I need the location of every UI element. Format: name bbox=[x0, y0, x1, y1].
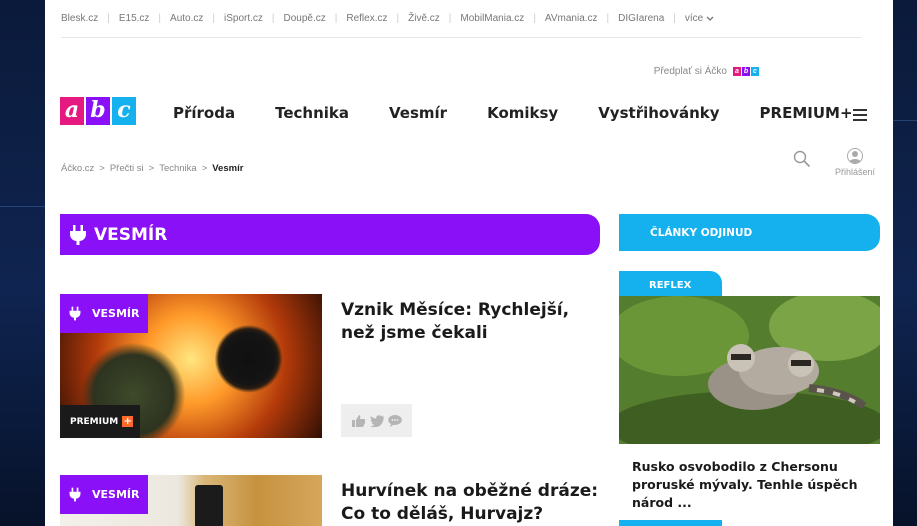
nav-item-technika[interactable]: Technika bbox=[275, 104, 349, 122]
raccoon-illustration bbox=[619, 296, 880, 444]
section-title: VESMÍR bbox=[94, 224, 168, 245]
network-bar: Blesk.cz | E15.cz | Auto.cz | iSport.cz | Do… bbox=[61, 0, 861, 38]
image-object bbox=[195, 485, 223, 526]
site-logo[interactable]: a b c bbox=[60, 97, 136, 125]
network-link[interactable]: Auto.cz bbox=[161, 13, 212, 24]
source-tab[interactable]: REFLEX bbox=[619, 271, 722, 299]
breadcrumb-item[interactable]: Áčko.cz bbox=[61, 163, 94, 174]
subscribe-label: Předplať si Áčko bbox=[653, 66, 727, 77]
browser-page: Blesk.cz | E15.cz | Auto.cz | iSport.cz | Do… bbox=[45, 0, 893, 526]
network-link[interactable]: Doupě.cz bbox=[275, 13, 335, 24]
mini-logo-letter: b bbox=[742, 67, 750, 76]
network-link[interactable]: DIGIarena bbox=[609, 13, 673, 24]
plug-icon bbox=[69, 487, 81, 502]
logo-letter-b: b bbox=[86, 97, 110, 125]
search-icon[interactable] bbox=[793, 150, 811, 168]
section-banner: VESMÍR bbox=[60, 214, 600, 255]
sidebar-title: ČLÁNKY ODJINUD bbox=[650, 226, 753, 239]
mini-logo-letter: a bbox=[733, 67, 741, 76]
mini-logo-letter: c bbox=[751, 67, 759, 76]
breadcrumb-item[interactable]: Přečti si bbox=[110, 163, 144, 174]
plus-icon: + bbox=[122, 416, 134, 427]
category-tag[interactable]: VESMÍR bbox=[60, 475, 148, 514]
network-link[interactable]: Reflex.cz bbox=[337, 13, 396, 24]
nav-item-priroda[interactable]: Příroda bbox=[173, 104, 235, 122]
network-link[interactable]: Blesk.cz bbox=[61, 13, 107, 24]
like-icon[interactable] bbox=[351, 414, 366, 427]
nav-item-premium[interactable]: PREMIUM+ bbox=[760, 104, 853, 122]
breadcrumb-separator: > bbox=[99, 163, 105, 174]
nav-item-vesmir[interactable]: Vesmír bbox=[389, 104, 447, 122]
more-label: více bbox=[684, 13, 704, 24]
breadcrumb-separator: > bbox=[201, 163, 208, 174]
plug-icon bbox=[69, 306, 81, 321]
logo-letter-a: a bbox=[60, 97, 84, 125]
article-title[interactable]: Vznik Měsíce: Rychlejší, než jsme čekali bbox=[341, 299, 601, 345]
network-link[interactable]: Živě.cz bbox=[399, 13, 449, 24]
source-label: REFLEX bbox=[649, 279, 692, 291]
article-title[interactable]: Hurvínek na oběžné dráze: Co to děláš, H… bbox=[341, 480, 601, 526]
main-nav: Příroda Technika Vesmír Komiksy Vystřiho… bbox=[173, 104, 893, 122]
hamburger-icon[interactable] bbox=[853, 109, 867, 121]
login-button[interactable]: Přihlášení bbox=[829, 148, 881, 177]
sidebar-article-title[interactable]: Rusko osvobodilo z Chersonu proruské mýv… bbox=[632, 458, 882, 512]
breadcrumb: Áčko.cz > Přečti si > Technika > Vesmír bbox=[61, 163, 243, 174]
next-source-tab[interactable] bbox=[619, 520, 722, 526]
more-menu[interactable]: více bbox=[676, 13, 723, 24]
comment-icon[interactable] bbox=[387, 414, 402, 427]
chevron-down-icon bbox=[706, 16, 714, 21]
breadcrumb-separator: > bbox=[148, 163, 155, 174]
background-line bbox=[0, 206, 45, 207]
nav-item-komiksy[interactable]: Komiksy bbox=[487, 104, 558, 122]
background-line bbox=[893, 120, 917, 121]
subscribe-link[interactable]: Předplať si Áčko abc bbox=[654, 66, 759, 77]
category-tag[interactable]: VESMÍR bbox=[60, 294, 148, 333]
category-label: VESMÍR bbox=[92, 488, 140, 501]
breadcrumb-item[interactable]: Technika bbox=[159, 163, 197, 174]
network-link[interactable]: AVmania.cz bbox=[536, 13, 607, 24]
social-bar bbox=[341, 404, 412, 437]
nav-item-vystrihovanky[interactable]: Vystřihovánky bbox=[598, 104, 719, 122]
network-link[interactable]: E15.cz bbox=[110, 13, 159, 24]
category-label: VESMÍR bbox=[92, 307, 140, 320]
premium-label: PREMIUM bbox=[70, 416, 119, 427]
mini-logo: abc bbox=[733, 67, 759, 76]
premium-badge: PREMIUM + bbox=[60, 405, 140, 438]
user-icon bbox=[847, 148, 863, 164]
network-link[interactable]: MobilMania.cz bbox=[451, 13, 533, 24]
twitter-icon[interactable] bbox=[369, 414, 384, 427]
logo-letter-c: c bbox=[112, 97, 136, 125]
sidebar-banner: ČLÁNKY ODJINUD bbox=[619, 214, 880, 251]
plug-icon bbox=[70, 224, 86, 245]
sidebar-article-image[interactable] bbox=[619, 296, 880, 444]
login-label: Přihlášení bbox=[834, 167, 876, 177]
breadcrumb-current: Vesmír bbox=[212, 163, 244, 174]
network-link[interactable]: iSport.cz bbox=[215, 13, 272, 24]
